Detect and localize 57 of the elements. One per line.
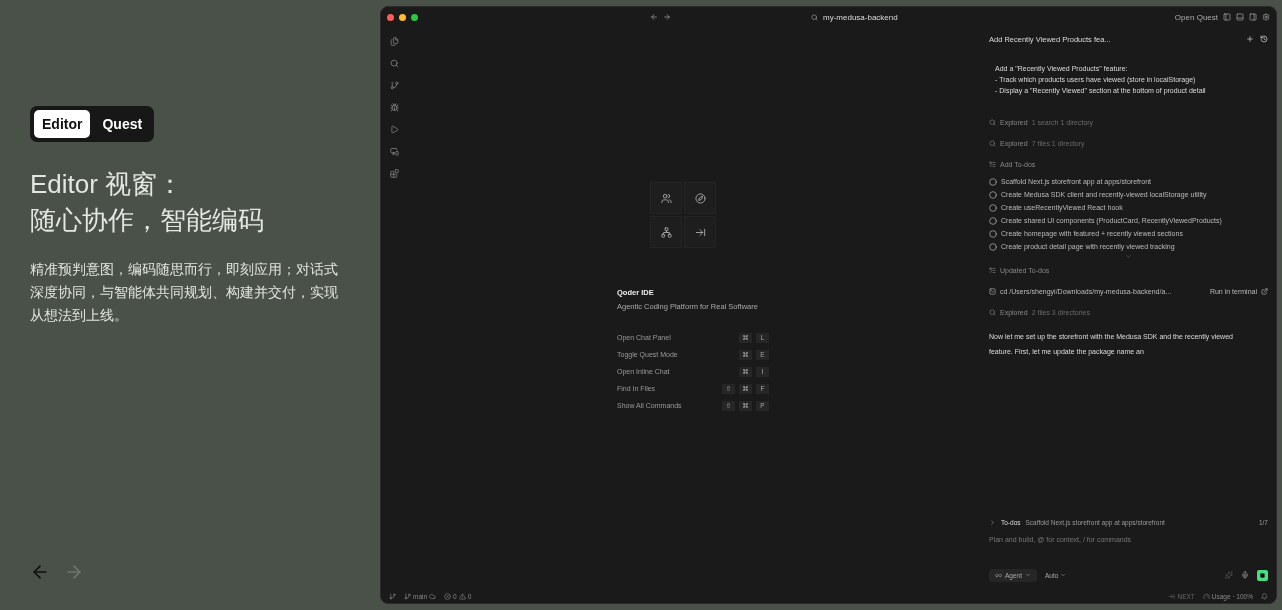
compass-tile[interactable] [684,182,716,214]
error-icon [444,592,452,600]
bug-icon[interactable] [389,103,399,112]
back-icon[interactable] [650,13,658,21]
network-icon [660,226,672,238]
sparkle-icon[interactable] [1225,571,1233,579]
warning-icon [458,592,466,600]
open-quest-button[interactable]: Open Quest [1174,12,1218,22]
compass-icon [694,192,706,204]
agents-tile[interactable] [650,182,682,214]
search-icon [989,309,996,316]
list-icon [989,161,996,168]
chevron-icon [1025,572,1031,578]
bell-icon[interactable] [1261,592,1268,600]
stop-icon [1260,572,1265,578]
arrow-to-line-icon [694,226,706,238]
terminal-icon [989,288,996,295]
people-icon [660,192,672,204]
branch-icon [404,592,411,600]
panel-icon[interactable] [1249,13,1257,21]
settings-icon[interactable] [1262,13,1270,21]
stop-button[interactable] [1257,569,1268,581]
chevron-icon [1125,253,1132,260]
description: 精准预判意图，编码随思而行，即刻应用；对话式深度协同，与智能体共同规划、构建并交付，实现从想法到上线。 [30,260,339,325]
project-title: my-medusa-backend [823,12,898,22]
chevron-icon[interactable] [989,518,996,526]
monitor-icon[interactable] [389,147,399,156]
panel-icon[interactable] [1236,13,1244,21]
network-tile[interactable] [650,216,682,248]
cloud-icon[interactable] [429,592,437,600]
maximize-dot[interactable] [411,13,418,21]
search-icon [811,13,818,21]
minimize-dot[interactable] [399,13,406,21]
external-link-icon[interactable] [1261,288,1268,295]
play-icon[interactable] [389,125,399,134]
branch-icon[interactable] [389,81,399,90]
arrow-to-line-icon [1168,592,1176,600]
list-icon [989,267,996,274]
mode-tab[interactable]: Editor [34,110,91,138]
headline: Editor 视窗： [30,168,185,201]
mode-tab[interactable]: Quest [94,110,151,138]
blocks-icon[interactable] [389,169,399,178]
search-icon [989,119,996,126]
microphone-icon[interactable] [1241,571,1249,579]
panel-icon[interactable] [1223,13,1231,21]
search-icon[interactable] [389,59,399,68]
history-icon[interactable] [1260,35,1268,43]
forward-icon[interactable] [663,13,671,21]
arrow-tile[interactable] [684,216,716,248]
close-dot[interactable] [387,13,394,21]
chevron-icon [1060,572,1067,578]
gauge-icon [1202,592,1210,600]
headline: 随心协作，智能编码 [30,204,265,237]
files-icon[interactable] [389,37,399,46]
infinity-icon [995,571,1002,579]
search-icon [989,140,996,147]
plus-icon[interactable] [1246,35,1254,43]
